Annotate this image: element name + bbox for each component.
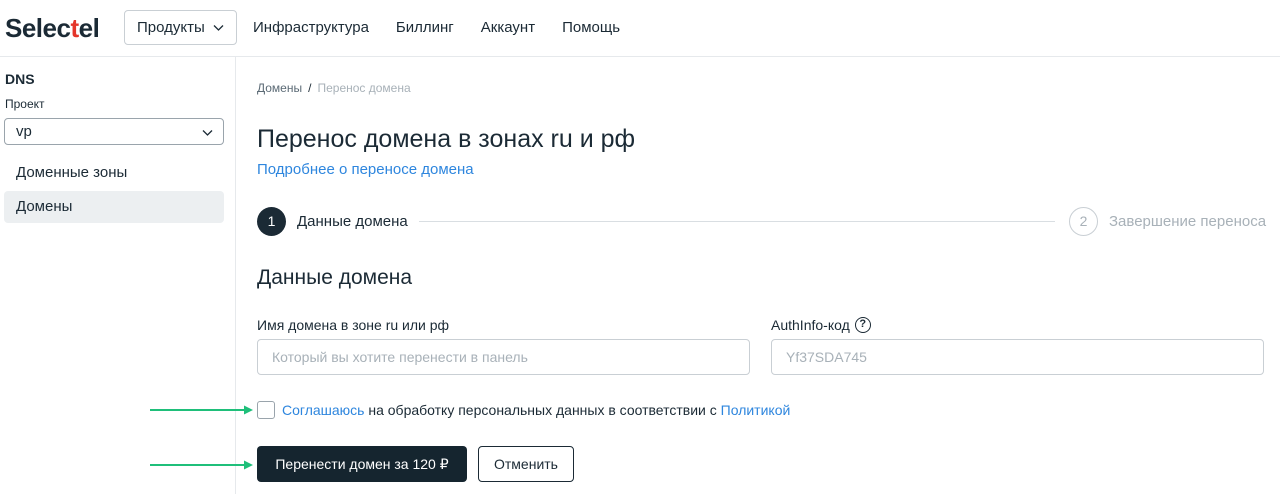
cancel-button[interactable]: Отменить xyxy=(478,446,574,482)
help-circle-icon[interactable]: ? xyxy=(854,317,871,333)
breadcrumb-root[interactable]: Домены xyxy=(257,81,302,95)
sidebar-item-domain-zones[interactable]: Доменные зоны xyxy=(4,157,224,189)
breadcrumb-current: Перенос домена xyxy=(317,81,411,95)
auth-field-label: AuthInfo-код xyxy=(771,317,850,333)
breadcrumb-separator: / xyxy=(308,81,312,95)
project-select-value: vp xyxy=(16,123,32,140)
nav-item-infrastructure[interactable]: Инфраструктура xyxy=(253,19,369,37)
logo-part-red: t xyxy=(70,13,79,43)
auth-field-label-wrap: AuthInfo-код ? xyxy=(771,317,871,333)
chevron-down-icon xyxy=(213,25,224,31)
consent-body: на обработку персональных данных в соотв… xyxy=(364,402,721,418)
step-2-indicator: 2 xyxy=(1069,207,1098,236)
arrow-right-icon xyxy=(150,405,253,415)
consent-checkbox[interactable] xyxy=(257,401,275,419)
nav-item-billing[interactable]: Биллинг xyxy=(396,19,454,37)
sidebar-item-label: Домены xyxy=(16,198,73,215)
page-title: Перенос домена в зонах ru и рф xyxy=(257,125,636,153)
sidebar-item-domains[interactable]: Домены xyxy=(4,191,224,223)
consent-agree-link[interactable]: Соглашаюсь xyxy=(282,402,364,418)
nav-item-account[interactable]: Аккаунт xyxy=(481,19,535,37)
sidebar: DNS Проект vp Доменные зоны Домены xyxy=(0,57,236,494)
logo-part-1: Selec xyxy=(5,13,71,43)
nav-item-help[interactable]: Помощь xyxy=(562,19,620,37)
products-dropdown[interactable]: Продукты xyxy=(124,10,237,45)
chevron-down-icon xyxy=(202,130,213,136)
transfer-info-link[interactable]: Подробнее о переносе домена xyxy=(257,161,474,178)
authinfo-code-input[interactable] xyxy=(771,339,1264,375)
sidebar-item-label: Доменные зоны xyxy=(16,164,128,181)
policy-link[interactable]: Политикой xyxy=(721,402,791,418)
step-1-indicator: 1 xyxy=(257,207,286,236)
project-label: Проект xyxy=(5,97,45,111)
top-nav: Инфраструктура Биллинг Аккаунт Помощь xyxy=(253,19,647,37)
step-2-label: Завершение переноса xyxy=(1109,213,1267,230)
sidebar-title: DNS xyxy=(5,71,35,87)
logo-part-2: el xyxy=(78,13,100,43)
section-title: Данные домена xyxy=(257,266,413,289)
step-1-label: Данные домена xyxy=(297,213,408,230)
transfer-domain-button[interactable]: Перенести домен за 120 ₽ xyxy=(257,446,467,482)
stepper-line xyxy=(419,221,1055,222)
project-select[interactable]: vp xyxy=(4,118,224,145)
breadcrumb: Домены / Перенос домена xyxy=(257,81,411,95)
arrow-right-icon xyxy=(150,460,253,470)
consent-text: Соглашаюсь на обработку персональных дан… xyxy=(282,402,790,418)
products-label: Продукты xyxy=(137,19,205,36)
selectel-logo[interactable]: Selectel xyxy=(5,13,100,43)
top-bar: Selectel Продукты Инфраструктура Биллинг… xyxy=(0,0,1280,57)
domain-field-label: Имя домена в зоне ru или рф xyxy=(257,317,450,333)
domain-name-input[interactable] xyxy=(257,339,750,375)
